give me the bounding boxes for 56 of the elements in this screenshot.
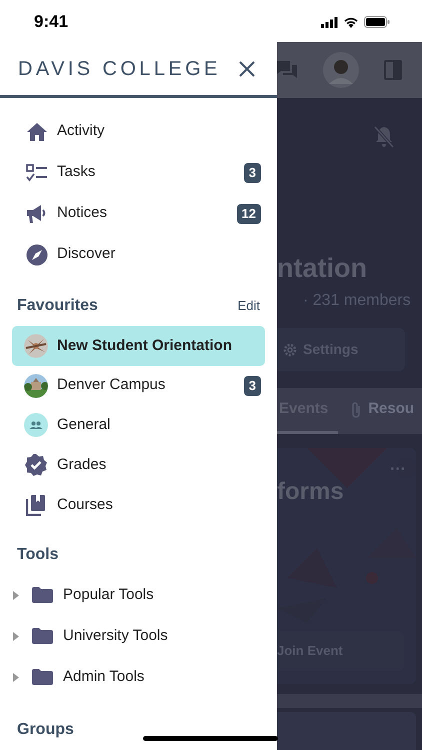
favourite-item[interactable]: General — [12, 406, 265, 446]
tool-folder-item[interactable]: University Tools — [0, 616, 277, 657]
nav-label: Activity — [57, 121, 105, 142]
folder-icon — [32, 587, 53, 604]
home-icon — [26, 122, 48, 142]
books-icon — [26, 494, 46, 516]
nav-label: Notices — [57, 203, 108, 224]
nav-item[interactable]: Tasks 3 — [0, 152, 277, 193]
count-badge: 3 — [244, 376, 261, 396]
favourite-item[interactable]: Denver Campus 3 — [12, 366, 265, 406]
nav-label: Tasks — [57, 162, 96, 182]
favourite-label: General — [57, 415, 110, 436]
caret-right-icon[interactable] — [13, 632, 19, 641]
favourite-label: Courses — [57, 494, 113, 515]
section-heading: Favourites — [17, 296, 98, 316]
count-badge: 12 — [236, 204, 261, 224]
count-badge: 3 — [244, 162, 261, 182]
favourite-label: New Student Orientation — [57, 336, 232, 356]
favourite-label: Denver Campus — [57, 375, 166, 396]
college-title: DAVIS COLLEGE — [18, 56, 221, 82]
compass-icon — [26, 244, 48, 266]
folder-icon — [32, 628, 53, 644]
tool-folder-item[interactable]: Popular Tools — [0, 574, 277, 616]
tool-label: University Tools — [63, 626, 168, 646]
nav-item[interactable]: Notices 12 — [0, 193, 277, 234]
chat-icon[interactable] — [277, 61, 297, 79]
seal-check-icon — [24, 453, 48, 478]
nav-item[interactable]: Activity — [0, 111, 277, 152]
sidebar-panel-icon[interactable] — [384, 60, 402, 80]
caret-right-icon[interactable] — [13, 590, 19, 600]
nav-label: Discover — [57, 244, 116, 264]
tool-label: Admin Tools — [63, 667, 144, 688]
caret-right-icon[interactable] — [13, 672, 19, 682]
avatar-icon[interactable] — [322, 52, 358, 88]
signal-icon — [321, 16, 338, 28]
edit-link[interactable]: Edit — [238, 296, 260, 316]
favourite-item[interactable]: New Student Orientation — [12, 326, 265, 366]
nav-item[interactable]: Discover — [0, 234, 277, 275]
bell-off-icon[interactable] — [374, 126, 394, 148]
checklist-icon — [26, 164, 48, 182]
close-icon[interactable] — [239, 60, 255, 76]
section-heading: Tools — [17, 544, 58, 565]
favourite-item[interactable]: Courses — [12, 485, 265, 525]
tool-folder-item[interactable]: Admin Tools — [0, 656, 277, 698]
folder-icon — [32, 669, 53, 686]
group-avatar-icon — [24, 413, 48, 438]
tool-label: Popular Tools — [63, 585, 154, 606]
wifi-icon — [343, 16, 359, 28]
section-heading: Groups — [17, 720, 74, 740]
paperclip-icon — [350, 400, 362, 418]
battery-icon — [364, 16, 390, 28]
status-time: 9:41 — [34, 11, 68, 34]
favourite-label: Grades — [57, 455, 106, 476]
favourite-item[interactable]: Grades — [12, 445, 265, 486]
settings-icon — [283, 342, 297, 356]
megaphone-icon — [26, 204, 48, 224]
